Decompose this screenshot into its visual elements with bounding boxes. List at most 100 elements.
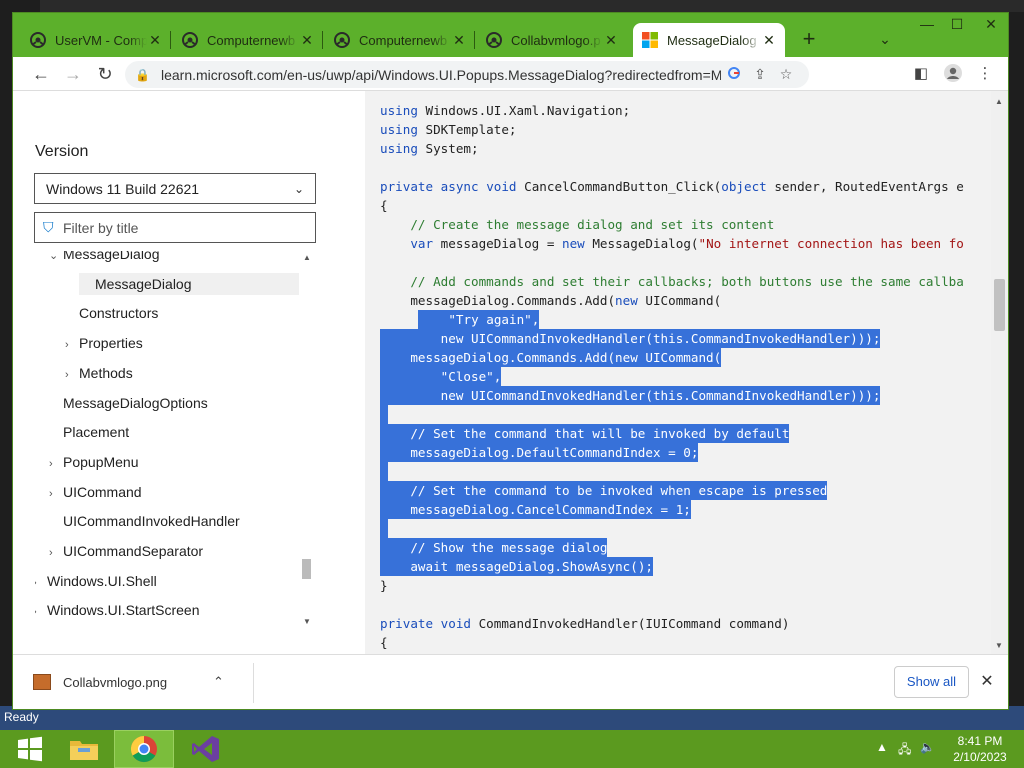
- chevron-right-icon[interactable]: ›: [49, 542, 63, 564]
- close-window-button[interactable]: ✕: [975, 13, 1007, 35]
- image-file-icon: [33, 674, 51, 690]
- close-downloads-icon[interactable]: ✕: [977, 671, 997, 691]
- clock[interactable]: 8:41 PM 2/10/2023: [940, 733, 1020, 765]
- code-line: messageDialog.Commands.Add(new UICommand…: [380, 293, 722, 308]
- close-tab-icon[interactable]: ✕: [603, 32, 619, 49]
- code-row: }: [380, 576, 964, 595]
- code-line: await messageDialog.ShowAsync();: [380, 557, 653, 576]
- tab-uservm[interactable]: UserVM - Comp ✕: [21, 23, 171, 57]
- filter-icon: ⛉: [43, 219, 54, 235]
- back-button[interactable]: ←: [27, 61, 55, 87]
- toc-item[interactable]: › Properties: [65, 332, 143, 354]
- filter-field[interactable]: ⛉: [34, 212, 316, 243]
- tab-computernewb-2[interactable]: Computernewb ✕: [325, 23, 475, 57]
- code-row: new UICommandInvokedHandler(this.Command…: [380, 386, 964, 405]
- tab-search-chevron-icon[interactable]: ⌄: [873, 27, 897, 51]
- menu-kebab-icon[interactable]: ⋮: [973, 63, 997, 85]
- toc-item[interactable]: ›Windows.UI.StartScreen: [35, 599, 200, 621]
- toc-item[interactable]: Constructors: [65, 302, 158, 324]
- google-lens-icon[interactable]: [721, 66, 747, 83]
- code-row: private async void CancelCommandButton_C…: [380, 177, 964, 196]
- toc-item-label: PopupMenu: [63, 453, 139, 470]
- code-row: messageDialog.DefaultCommandIndex = 0;: [380, 443, 964, 462]
- download-item[interactable]: Collabvmlogo.png ⌃: [33, 669, 224, 695]
- toc-item-label: MessageDialog: [63, 251, 160, 262]
- maximize-button[interactable]: ☐: [941, 13, 973, 35]
- chevron-right-icon[interactable]: ›: [65, 334, 79, 356]
- page-scroll-thumb[interactable]: [994, 279, 1005, 331]
- share-icon[interactable]: ⇪: [747, 66, 773, 83]
- scroll-up-arrow-icon[interactable]: ▲: [303, 253, 311, 262]
- code-line: using SDKTemplate;: [380, 122, 517, 137]
- code-row: await messageDialog.ShowAsync();: [380, 557, 964, 576]
- new-tab-button[interactable]: +: [795, 27, 823, 51]
- toc-item[interactable]: › UICommand: [49, 481, 142, 503]
- toc-item[interactable]: › UICommandSeparator: [49, 540, 203, 562]
- tab-messagedialog[interactable]: MessageDialog ✕: [633, 23, 785, 57]
- toc-item[interactable]: UICommandInvokedHandler: [49, 510, 240, 532]
- toc-item-label: MessageDialog: [95, 275, 192, 292]
- folder-icon: [70, 741, 98, 760]
- reload-button[interactable]: ↻: [91, 61, 119, 87]
- network-icon[interactable]: 🖧: [898, 740, 911, 761]
- version-select[interactable]: Windows 11 Build 22621 ⌄: [34, 173, 316, 204]
- toc-item-label: Placement: [63, 424, 130, 441]
- address-bar[interactable]: 🔒 learn.microsoft.com/en-us/uwp/api/Wind…: [125, 61, 809, 88]
- toc-item[interactable]: › PopupMenu: [49, 451, 139, 473]
- chevron-down-icon[interactable]: ⌄: [49, 251, 63, 267]
- code-line: [380, 519, 388, 538]
- scroll-down-arrow-icon[interactable]: ▼: [303, 617, 311, 626]
- toc-scrollbar[interactable]: ▲ ▼: [299, 251, 315, 629]
- bookmark-star-icon[interactable]: ☆: [773, 66, 799, 83]
- tab-computernewb-1[interactable]: Computernewb ✕: [173, 23, 323, 57]
- close-tab-icon[interactable]: ✕: [451, 32, 467, 49]
- page-scrollbar[interactable]: ▲ ▼: [991, 91, 1008, 654]
- code-sample: using Windows.UI.Xaml.Navigation; using S…: [365, 91, 991, 654]
- tab-collabvmlogo[interactable]: Collabvmlogo.p ✕: [477, 23, 627, 57]
- show-hidden-icons-icon[interactable]: ▲: [876, 740, 888, 754]
- forward-button[interactable]: →: [59, 61, 87, 87]
- scroll-down-arrow-icon[interactable]: ▼: [995, 641, 1003, 650]
- toc-item[interactable]: ⌄ MessageDialog: [49, 251, 160, 265]
- taskbar-file-explorer[interactable]: [54, 730, 114, 768]
- close-tab-icon[interactable]: ✕: [147, 32, 163, 49]
- code-row: using SDKTemplate;: [380, 120, 964, 139]
- code-row: messageDialog.Commands.Add(new UICommand…: [380, 291, 964, 310]
- toc-item[interactable]: ›Windows.UI.Shell: [35, 570, 157, 592]
- chevron-right-icon[interactable]: ›: [49, 453, 63, 475]
- scroll-up-arrow-icon[interactable]: ▲: [995, 97, 1003, 106]
- chevron-up-icon[interactable]: ⌃: [213, 674, 224, 690]
- toc-item[interactable]: Placement: [49, 421, 129, 443]
- toc-item-label: Windows.UI.Shell: [47, 572, 157, 589]
- start-button[interactable]: [0, 730, 60, 768]
- chevron-right-icon[interactable]: ›: [35, 601, 47, 623]
- toc-item[interactable]: MessageDialog: [79, 272, 299, 295]
- minimize-button[interactable]: —: [911, 13, 943, 35]
- collabvm-icon: [30, 32, 46, 48]
- chevron-right-icon[interactable]: ›: [65, 364, 79, 386]
- code-line: var messageDialog = new MessageDialog("N…: [410, 236, 964, 251]
- toc-item-label: UICommandInvokedHandler: [63, 513, 240, 530]
- toc-scroll-thumb[interactable]: [302, 559, 311, 579]
- status-text: Ready: [4, 710, 39, 724]
- filter-input[interactable]: [63, 219, 303, 236]
- taskbar-visual-studio[interactable]: [176, 730, 236, 768]
- code-line: // Set the command that will be invoked …: [380, 424, 790, 443]
- url-text[interactable]: learn.microsoft.com/en-us/uwp/api/Window…: [161, 67, 721, 83]
- close-tab-icon[interactable]: ✕: [299, 32, 315, 49]
- chevron-right-icon[interactable]: ›: [49, 483, 63, 505]
- toc-item[interactable]: MessageDialogOptions: [49, 392, 208, 414]
- profile-avatar-icon[interactable]: [941, 63, 965, 85]
- show-all-button[interactable]: Show all: [894, 666, 969, 698]
- side-panel-icon[interactable]: ◧: [909, 63, 933, 85]
- code-line: }: [380, 578, 388, 593]
- code-block[interactable]: using Windows.UI.Xaml.Navigation; using S…: [380, 101, 964, 654]
- close-tab-icon[interactable]: ✕: [761, 32, 777, 49]
- toc-item[interactable]: › Methods: [65, 362, 133, 384]
- code-row: [380, 405, 964, 424]
- volume-icon[interactable]: 🔈: [920, 740, 935, 754]
- taskbar-chrome[interactable]: [114, 730, 174, 768]
- chevron-right-icon[interactable]: ›: [35, 572, 47, 594]
